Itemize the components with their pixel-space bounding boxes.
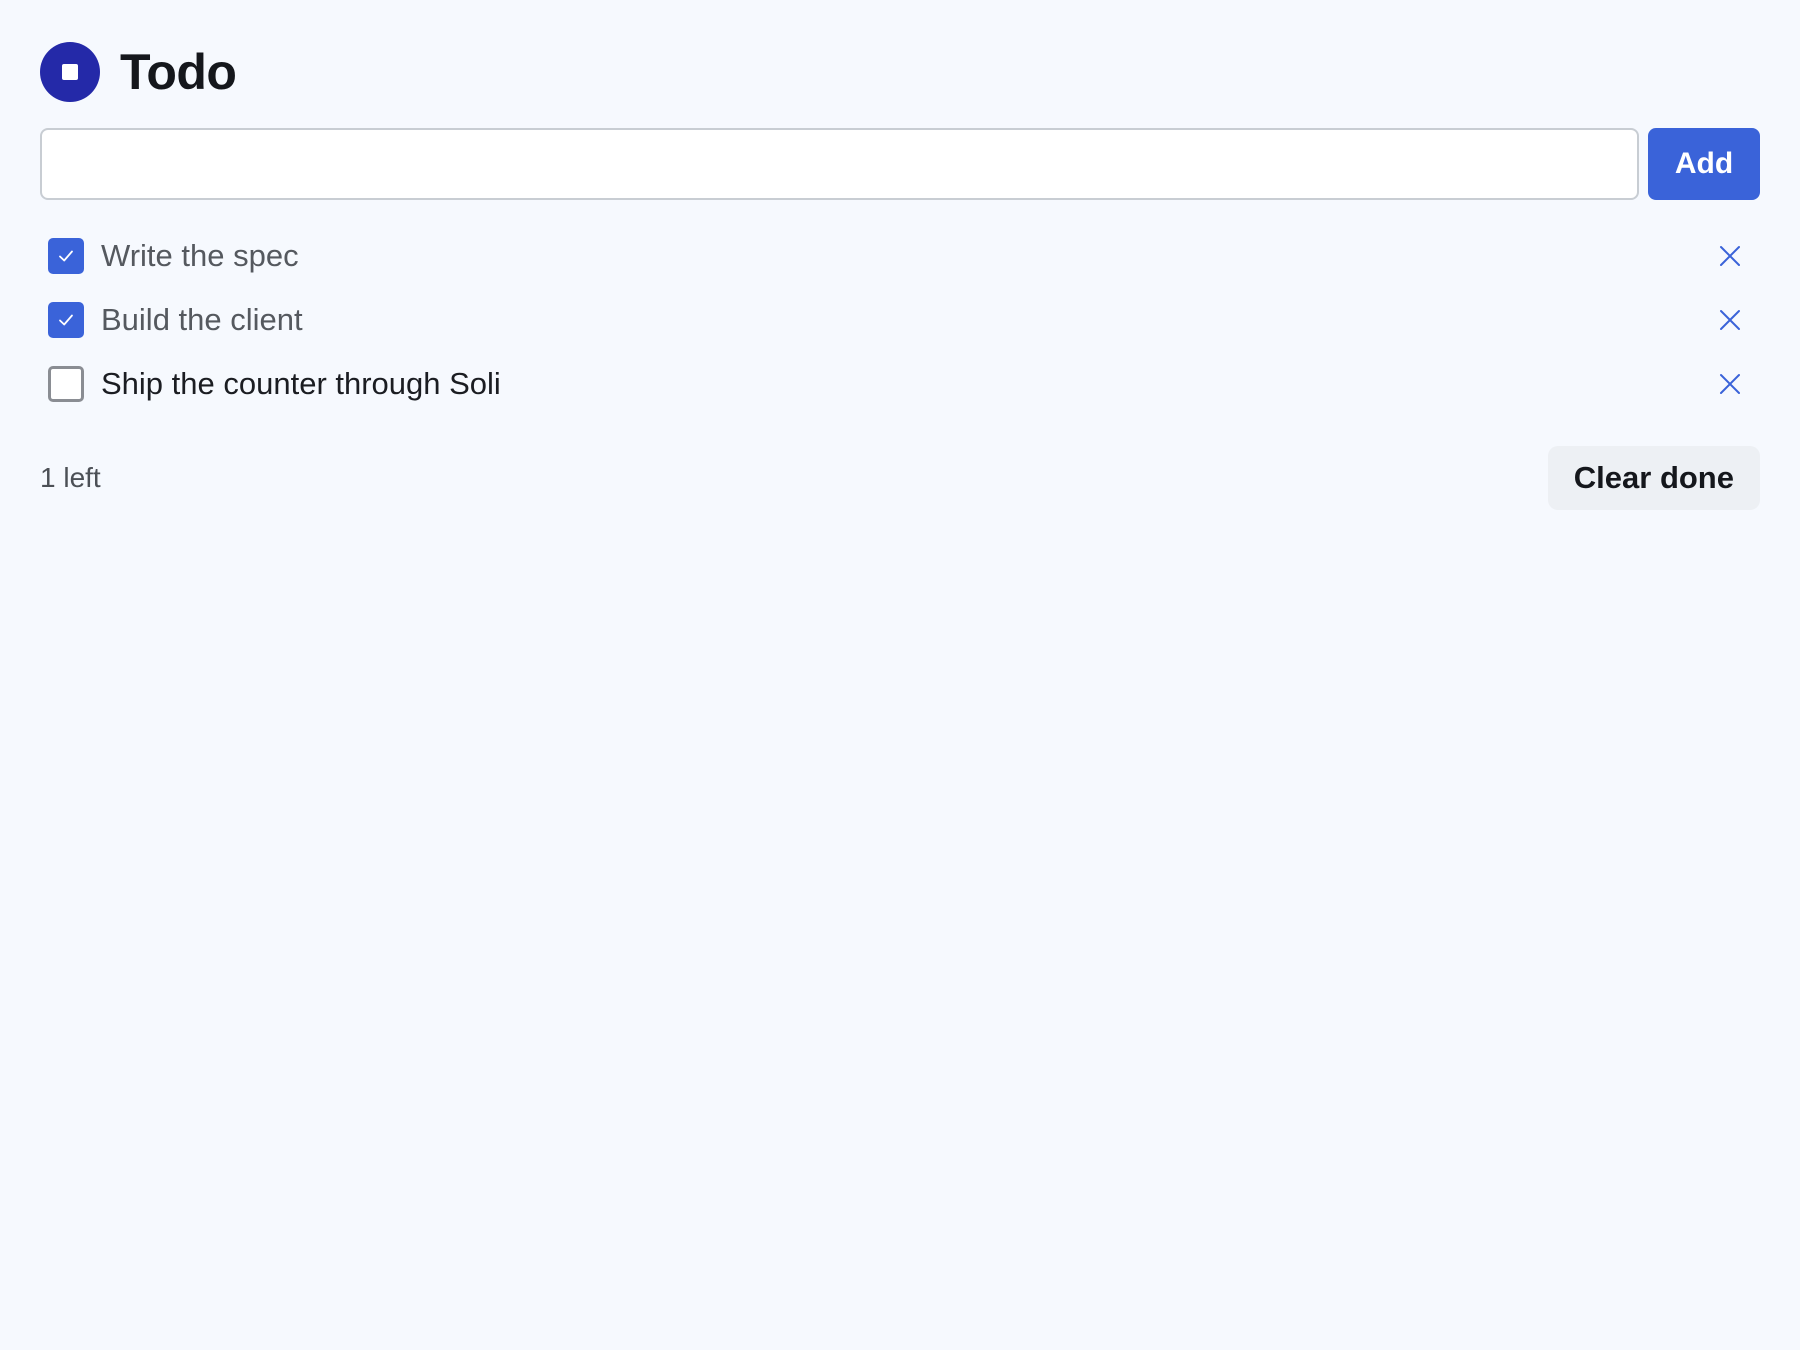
remove-todo-button[interactable] [1710, 300, 1750, 340]
todo-item: Ship the counter through Soli [40, 352, 1760, 416]
todo-checkbox[interactable] [48, 238, 84, 274]
todo-text: Ship the counter through Soli [101, 366, 501, 401]
page-title: Todo [120, 44, 237, 100]
close-icon [1720, 310, 1740, 330]
remove-todo-button[interactable] [1710, 364, 1750, 404]
checkmark-icon [59, 314, 73, 326]
stop-circle-icon [40, 42, 100, 102]
todo-item: Write the spec [40, 224, 1760, 288]
checkmark-icon [59, 250, 73, 262]
logo-square [62, 64, 78, 80]
remove-todo-button[interactable] [1710, 236, 1750, 276]
todo-item: Build the client [40, 288, 1760, 352]
todo-text: Build the client [101, 302, 303, 337]
new-todo-input[interactable] [40, 128, 1639, 200]
add-todo-row: Add [40, 128, 1760, 200]
items-left-count: 1 left [40, 462, 101, 493]
clear-done-button[interactable]: Clear done [1547, 446, 1760, 510]
todo-checkbox[interactable] [48, 366, 84, 402]
todo-checkbox[interactable] [48, 302, 84, 338]
add-button[interactable]: Add [1648, 128, 1760, 200]
close-icon [1720, 374, 1740, 394]
todo-text: Write the spec [101, 238, 299, 273]
close-icon [1720, 246, 1740, 266]
todo-list: Write the spec Build the client Ship the… [40, 224, 1760, 416]
footer: 1 left Clear done [40, 446, 1760, 510]
todo-app: Todo Add Write the spec Build the client… [40, 40, 1760, 510]
header: Todo [40, 40, 1760, 104]
